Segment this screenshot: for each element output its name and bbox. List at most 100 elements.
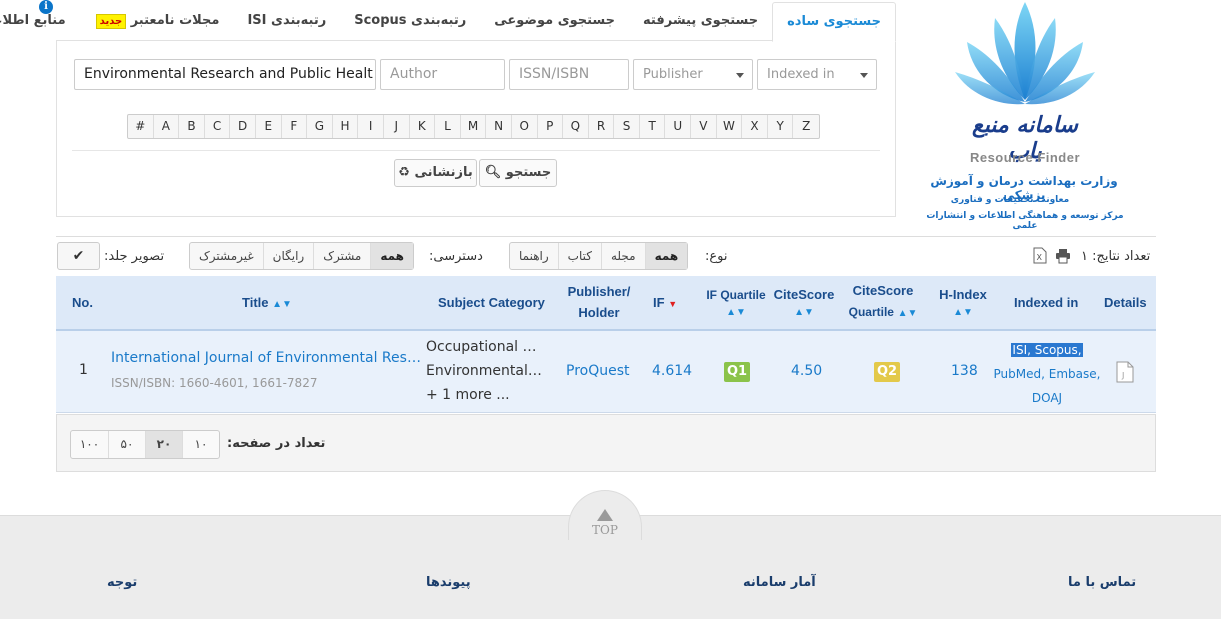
access-filter-option[interactable]: غیرمشترک (190, 243, 263, 269)
alphabet-letter[interactable]: T (640, 115, 666, 138)
alphabet-letter[interactable]: L (435, 115, 461, 138)
publisher-select[interactable]: Publisher (633, 59, 753, 90)
alphabet-letter[interactable]: M (461, 115, 487, 138)
page-size-option[interactable]: ۲۰ (145, 431, 182, 458)
type-filter-option[interactable]: همه (644, 243, 688, 269)
alphabet-letter[interactable]: R (589, 115, 615, 138)
alphabet-letter[interactable]: Q (563, 115, 589, 138)
tab-info-sources[interactable]: منابع اطلاعاتی (0, 2, 80, 40)
alphabet-letter[interactable]: X (742, 115, 768, 138)
back-to-top-label: TOP (592, 523, 618, 537)
tab-isi-ranking[interactable]: رتبه‌بندی ISI (233, 2, 340, 40)
type-filter-option[interactable]: راهنما (510, 243, 558, 269)
page-size-option[interactable]: ۱۰ (182, 431, 219, 458)
col-no: No. (72, 295, 93, 310)
tab-advanced-search[interactable]: جستجوی پیشرفته (629, 2, 772, 40)
author-input[interactable]: Author (380, 59, 505, 90)
search-button[interactable]: جستجو 🔍︎ (479, 159, 557, 187)
footer-contact-link[interactable]: تماس با ما (1068, 575, 1136, 590)
col-citescore-label: CiteScore (773, 287, 835, 302)
subject-category: Occupational Medicine (426, 339, 546, 355)
journal-title-link[interactable]: International Journal of Environmental R… (111, 350, 421, 366)
issn-input[interactable]: ISSN/ISBN (509, 59, 629, 90)
tab-subject-search[interactable]: جستجوی موضوعی (480, 2, 629, 40)
col-title[interactable]: Title ▲▼ (242, 294, 292, 314)
sort-icon: ▲▼ (794, 307, 814, 318)
cs-quartile-value: Q2 (874, 362, 901, 382)
col-title-label: Title (242, 295, 269, 310)
alphabet-letter[interactable]: P (538, 115, 564, 138)
check-icon: ✔ (72, 248, 85, 264)
alphabet-letter[interactable]: # (128, 115, 154, 138)
page-size-option[interactable]: ۱۰۰ (71, 431, 108, 458)
svg-text:X: X (1037, 253, 1043, 262)
alphabet-letter[interactable]: Z (793, 115, 819, 138)
new-badge: جدید (95, 14, 127, 29)
sort-icon: ▲▼ (272, 299, 292, 310)
alphabet-letter[interactable]: H (333, 115, 359, 138)
back-to-top-button[interactable]: TOP (568, 490, 642, 540)
tab-invalid-journals[interactable]: مجلات نامعتبر جدید (80, 2, 234, 40)
indexed-in-line: PubMed, Embase, (993, 367, 1101, 381)
subject-more-link[interactable]: + 1 more ... (426, 387, 510, 403)
alphabet-letter[interactable]: O (512, 115, 538, 138)
tab-simple-search[interactable]: جستجوی ساده (772, 2, 896, 42)
alphabet-letter[interactable]: D (230, 115, 256, 138)
col-if[interactable]: IF ▼ (653, 294, 677, 313)
print-icon[interactable] (1055, 248, 1071, 264)
alphabet-letter[interactable]: B (179, 115, 205, 138)
indexed-in-select-label: Indexed in (767, 67, 835, 82)
alphabet-letter[interactable]: K (410, 115, 436, 138)
col-citescore[interactable]: CiteScore ▲▼ (772, 286, 836, 322)
alphabet-letter[interactable]: U (665, 115, 692, 138)
alphabet-letter[interactable]: Y (768, 115, 794, 138)
table-header: No. Title ▲▼ Subject Category Publisher/… (56, 276, 1156, 331)
if-quartile-badge: Q1 (724, 362, 751, 382)
type-filter-option[interactable]: مجله (600, 243, 645, 269)
alphabet-letter[interactable]: I (358, 115, 384, 138)
indexed-in-line: DOAJ (1031, 391, 1063, 405)
citescore-value: 4.50 (791, 363, 823, 379)
publisher-link[interactable]: ProQuest (566, 363, 630, 379)
footer-stats-link[interactable]: آمار سامانه (743, 575, 816, 590)
title-input[interactable]: Environmental Research and Public Healt (74, 59, 376, 90)
excel-export-icon[interactable]: X (1033, 247, 1047, 264)
alphabet-letter[interactable]: C (205, 115, 231, 138)
alphabet-letter[interactable]: W (717, 115, 743, 138)
cover-toggle-button[interactable]: ✔ (57, 242, 100, 270)
site-logo[interactable]: سامانه منبع یاب Resource Finder وزارت به… (925, 0, 1125, 231)
col-if-quartile[interactable]: IF Quartile ▲▼ (704, 286, 768, 322)
alphabet-letter[interactable]: J (384, 115, 410, 138)
footer-links-heading: پیوندها (426, 575, 471, 590)
cover-label: تصویر جلد: (104, 249, 165, 264)
col-publisher-line2: Holder (578, 305, 620, 320)
col-hindex[interactable]: H-Index ▲▼ (933, 286, 993, 322)
tab-scopus-ranking[interactable]: رتبه‌بندی Scopus (340, 2, 480, 40)
search-button-label: جستجو (505, 165, 552, 180)
alphabet-letter[interactable]: V (691, 115, 717, 138)
alphabet-letter[interactable]: N (486, 115, 512, 138)
alphabet-letter[interactable]: G (307, 115, 333, 138)
reset-button[interactable]: بازنشانی ♻ (394, 159, 477, 187)
pagination-bar (56, 414, 1156, 472)
access-filter-option[interactable]: مشترک (313, 243, 370, 269)
type-filter-option[interactable]: کتاب (557, 243, 601, 269)
indexed-in-list: ISI, Scopus, PubMed, Embase, DOAJ (989, 338, 1105, 410)
access-filter: همه مشترک رایگان غیرمشترک (189, 242, 414, 270)
alphabet-letter[interactable]: F (282, 115, 308, 138)
page-size-option[interactable]: ۵۰ (108, 431, 145, 458)
col-cs-quartile[interactable]: CiteScore Quartile ▲▼ (848, 282, 918, 323)
subject-category: Environmental Engineering (426, 363, 546, 379)
alphabet-letter[interactable]: E (256, 115, 282, 138)
access-filter-option[interactable]: رایگان (262, 243, 314, 269)
access-filter-option[interactable]: همه (370, 243, 413, 269)
row-no: 1 (79, 362, 88, 378)
alphabet-filter: # A B C D E F G H I J K L M N O P Q R S T U V W X Y Z (127, 114, 821, 139)
details-document-icon[interactable]: J (1116, 361, 1134, 383)
footer-notice-heading: توجه (107, 575, 138, 590)
alphabet-letter[interactable]: S (614, 115, 640, 138)
alphabet-letter[interactable]: A (154, 115, 180, 138)
svg-text:J: J (1121, 371, 1124, 380)
lotus-icon (955, 2, 1095, 105)
indexed-in-select[interactable]: Indexed in (757, 59, 877, 90)
